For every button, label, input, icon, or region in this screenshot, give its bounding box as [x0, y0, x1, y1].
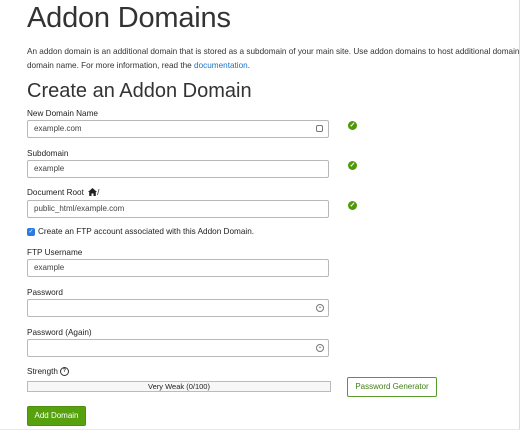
password-input[interactable]: •	[27, 299, 329, 317]
strength-label-text: Strength	[27, 367, 58, 376]
ftp-account-checkbox-label: Create an FTP account associated with th…	[38, 227, 255, 236]
subdomain-input[interactable]: example	[27, 160, 329, 178]
document-root-label-suffix: /	[97, 188, 100, 197]
field-card-icon[interactable]	[316, 125, 323, 132]
intro-line-2-text: domain name. For more information, read …	[27, 61, 195, 70]
document-root-value: public_html/example.com	[34, 204, 125, 213]
ftp-account-checkbox[interactable]: ✓	[27, 228, 35, 236]
new-domain-input[interactable]: example.com	[27, 120, 329, 138]
subdomain-value: example	[34, 164, 65, 173]
password-generator-button[interactable]: Password Generator	[347, 377, 437, 397]
password-strength-meter: Very Weak (0/100)	[27, 381, 331, 392]
strength-label: Strength?	[27, 367, 69, 377]
form-heading: Create an Addon Domain	[27, 80, 252, 102]
check-circle-icon: ✓	[348, 201, 357, 210]
intro-line-2-end: .	[247, 61, 251, 70]
home-icon	[88, 188, 98, 196]
page-title: Addon Domains	[27, 2, 231, 34]
document-root-input[interactable]: public_html/example.com	[27, 200, 329, 218]
check-circle-icon: ✓	[348, 161, 357, 170]
password-again-label: Password (Again)	[27, 328, 92, 337]
new-domain-value: example.com	[34, 124, 82, 133]
ftp-username-label: FTP Username	[27, 248, 83, 257]
password-reveal-icon[interactable]: •	[316, 344, 324, 352]
ftp-username-value: example	[34, 263, 65, 272]
addon-domains-page: Addon Domains An addon domain is an addi…	[0, 0, 520, 430]
new-domain-label: New Domain Name	[27, 109, 98, 118]
page-intro: An addon domain is an additional domain …	[27, 45, 520, 73]
add-domain-button[interactable]: Add Domain	[27, 406, 86, 426]
intro-line-2: domain name. For more information, read …	[27, 59, 520, 73]
help-icon[interactable]: ?	[59, 367, 69, 377]
password-label: Password	[27, 288, 63, 297]
intro-line-1: An addon domain is an additional domain …	[27, 47, 520, 56]
ftp-username-input[interactable]: example	[27, 259, 329, 277]
documentation-link[interactable]: documentation	[194, 61, 248, 70]
document-root-label-text: Document Root	[27, 188, 84, 197]
password-reveal-icon[interactable]: •	[316, 304, 324, 312]
check-circle-icon: ✓	[348, 121, 357, 130]
document-root-label: Document Root /	[27, 188, 99, 197]
subdomain-label: Subdomain	[27, 149, 69, 158]
password-again-input[interactable]: •	[27, 339, 329, 357]
